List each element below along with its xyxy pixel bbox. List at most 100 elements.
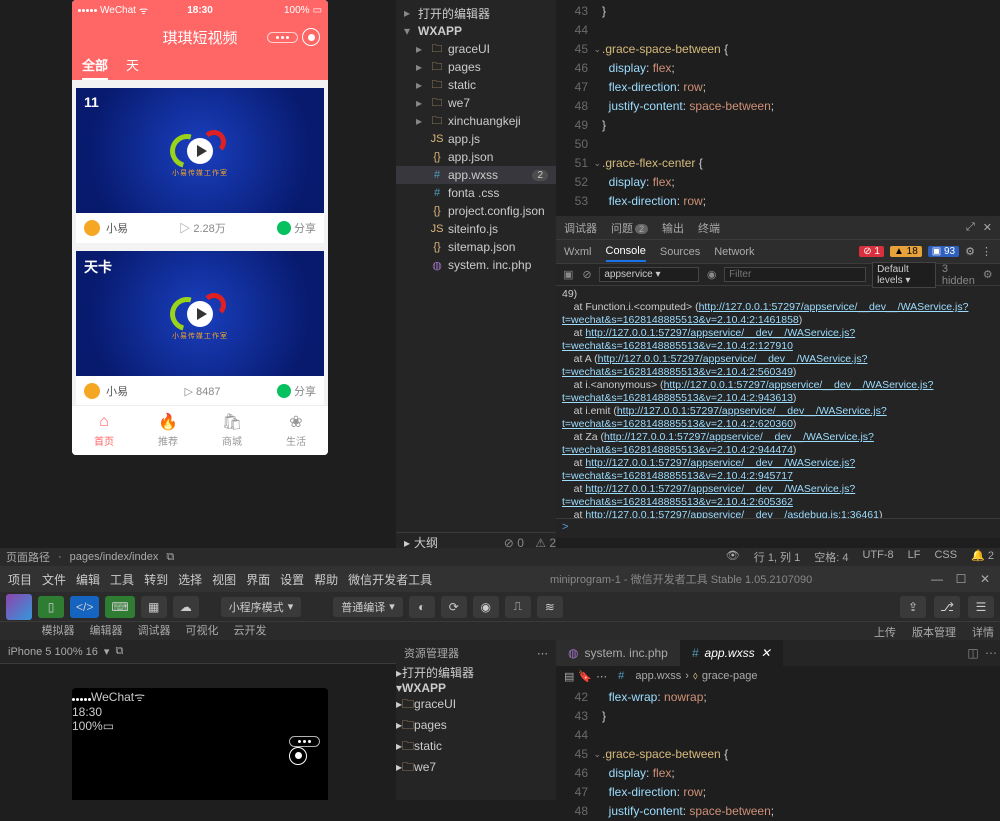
toolbar[interactable]: ▯ </> ⌨ ▦ ☁ 小程序模式 ▾ 普通编译 ▾ ◐ ⟳ ◉ ⎍ ≋ ⇪ ⎇…: [0, 592, 1000, 622]
menu-item[interactable]: 编辑: [76, 571, 100, 588]
error-badge[interactable]: ⊘ 1: [859, 246, 884, 257]
cursor-pos[interactable]: 行 1, 列 1: [754, 549, 800, 565]
video-card[interactable]: 天卡 小易传媒工作室 小易 ▷ 8487 分享: [76, 251, 324, 405]
refresh-button[interactable]: ⟳: [441, 596, 467, 618]
file-item[interactable]: ◍system. inc.php: [396, 256, 556, 274]
console-log[interactable]: 49) at Function.i.<computed> (http://127…: [556, 286, 1000, 518]
menu-bar[interactable]: 项目文件编辑工具转到选择视图界面设置帮助微信开发者工具 miniprogram-…: [0, 566, 1000, 592]
section-open-editors[interactable]: ▸打开的编辑器: [396, 4, 556, 22]
close-icon[interactable]: ✕: [983, 221, 992, 234]
devtools-tabs[interactable]: 调试器 问题2 输出 终端 ⤢✕: [556, 216, 1000, 240]
menu-item[interactable]: 微信开发者工具: [348, 571, 432, 588]
simulator-toggle[interactable]: ▯: [38, 596, 64, 618]
wechat-icon[interactable]: [277, 384, 291, 398]
bell-icon[interactable]: 🔔 2: [971, 549, 994, 565]
menu-item[interactable]: 项目: [8, 571, 32, 588]
page-path[interactable]: pages/index/index: [70, 551, 159, 563]
maximize-icon[interactable]: ☐: [954, 572, 968, 586]
folder-item[interactable]: ▸🗀static: [396, 737, 556, 758]
sidebar-toggle-icon[interactable]: ▣: [562, 268, 575, 281]
more-icon[interactable]: ⋯: [537, 647, 548, 660]
folder-item[interactable]: ▸🗀graceUI: [396, 695, 556, 716]
avatar[interactable]: [84, 383, 100, 399]
editor-tabs[interactable]: ◍system. inc.php#app.wxss ✕ ◫ ⋯: [556, 640, 1000, 666]
copy-icon[interactable]: ⧉: [115, 645, 123, 658]
menu-item[interactable]: 界面: [246, 571, 270, 588]
breadcrumb[interactable]: ▤ 🔖 ⋯ # app.wxss › ⬨ grace-page: [556, 666, 1000, 686]
close-icon[interactable]: ✕: [978, 572, 992, 586]
preview-button[interactable]: ◉: [473, 596, 499, 618]
copy-icon[interactable]: ⧉: [166, 551, 174, 564]
tab-bar[interactable]: ⌂首页🔥推荐🛍商城❀生活: [72, 405, 328, 455]
menu-item[interactable]: 设置: [280, 571, 304, 588]
levels-select[interactable]: Default levels ▾: [872, 262, 936, 288]
capsule[interactable]: [267, 28, 320, 46]
menu-item[interactable]: 帮助: [314, 571, 338, 588]
editor-tab[interactable]: ◍system. inc.php: [556, 640, 680, 666]
eye-icon[interactable]: ◉: [705, 268, 718, 281]
tabbar-item[interactable]: 🛍商城: [200, 406, 264, 455]
tab-all[interactable]: 全部: [82, 55, 108, 80]
file-item[interactable]: #app.wxss2: [396, 166, 556, 184]
editor-tab[interactable]: #app.wxss ✕: [680, 640, 783, 666]
console-filter-bar[interactable]: ▣ ⊘ appservice ▾ ◉ Default levels ▾ 3 hi…: [556, 264, 1000, 286]
menu-item[interactable]: 视图: [212, 571, 236, 588]
gear-icon[interactable]: ⚙: [981, 268, 994, 281]
context-select[interactable]: appservice ▾: [599, 267, 699, 282]
code-editor-2[interactable]: 42 flex-wrap: nowrap;43}4445⌄.grace-spac…: [556, 686, 1000, 800]
tab-terminal[interactable]: 终端: [698, 220, 720, 236]
clear-cache-button[interactable]: ≋: [537, 596, 563, 618]
file-item[interactable]: {}app.json: [396, 148, 556, 166]
folder-item[interactable]: ▸🗀we7: [396, 94, 556, 112]
panel-sources[interactable]: Sources: [660, 243, 700, 261]
eye-icon[interactable]: 👁: [726, 549, 740, 565]
upload-button[interactable]: ⇪: [900, 596, 926, 618]
indent[interactable]: 空格: 4: [814, 549, 848, 565]
device-select[interactable]: iPhone 5 100% 16: [8, 646, 98, 658]
panel-network[interactable]: Network: [714, 243, 754, 261]
visual-toggle[interactable]: ▦: [141, 596, 167, 618]
folder-item[interactable]: ▸🗀xinchuangkeji: [396, 112, 556, 130]
details-button[interactable]: ☰: [968, 596, 994, 618]
devtools-panel[interactable]: 调试器 问题2 输出 终端 ⤢✕ Wxml Console Sources Ne…: [556, 216, 1000, 538]
compile-button[interactable]: ◐: [409, 596, 435, 618]
expand-icon[interactable]: ⤢: [966, 221, 975, 234]
debugger-toggle[interactable]: ⌨: [105, 596, 134, 618]
folder-item[interactable]: ▸🗀we7: [396, 758, 556, 779]
menu-item[interactable]: 转到: [144, 571, 168, 588]
tabbar-item[interactable]: ❀生活: [264, 406, 328, 455]
gutter-icon[interactable]: ▤: [564, 670, 574, 683]
more-icon[interactable]: ⋮: [981, 245, 992, 258]
eol[interactable]: LF: [908, 549, 921, 565]
warn-badge[interactable]: ▲ 18: [890, 246, 922, 257]
tabbar-item[interactable]: 🔥推荐: [136, 406, 200, 455]
menu-item[interactable]: 文件: [42, 571, 66, 588]
bookmark-icon[interactable]: 🔖: [578, 670, 592, 683]
remote-debug-button[interactable]: ⎍: [505, 596, 531, 618]
language[interactable]: CSS: [934, 549, 957, 565]
panel-wxml[interactable]: Wxml: [564, 243, 592, 261]
menu-item[interactable]: 工具: [110, 571, 134, 588]
minimize-icon[interactable]: —: [930, 572, 944, 586]
folder-item[interactable]: ▸🗀graceUI: [396, 40, 556, 58]
close-icon[interactable]: [302, 28, 320, 46]
category-tabs[interactable]: 全部 天: [72, 54, 328, 80]
more-icon[interactable]: ⋯: [596, 670, 607, 683]
code-editor[interactable]: 43}4445⌄.grace-space-between {46 display…: [556, 0, 1000, 216]
mode-select[interactable]: 小程序模式 ▾: [221, 597, 302, 617]
folder-item[interactable]: ▸🗀pages: [396, 716, 556, 737]
file-item[interactable]: JSsiteinfo.js: [396, 220, 556, 238]
close-icon[interactable]: ✕: [761, 646, 771, 660]
folder-item[interactable]: ▸🗀static: [396, 76, 556, 94]
feed[interactable]: 11 小易传媒工作室 小易 ▷ 2.28万 分享 天卡 小易传媒工作室 小易 ▷…: [72, 80, 328, 405]
encoding[interactable]: UTF-8: [862, 549, 893, 565]
compile-select[interactable]: 普通编译 ▾: [333, 597, 403, 617]
file-explorer-2[interactable]: 资源管理器⋯ ▸打开的编辑器 ▾WXAPP ▸🗀graceUI▸🗀pages▸🗀…: [396, 640, 556, 800]
tab-sky[interactable]: 天: [126, 55, 139, 80]
panel-console[interactable]: Console: [606, 242, 646, 262]
avatar[interactable]: [6, 594, 32, 620]
file-item[interactable]: #fonta .css: [396, 184, 556, 202]
gear-icon[interactable]: ⚙: [965, 245, 975, 258]
clear-icon[interactable]: ⊘: [581, 268, 594, 281]
editor-toggle[interactable]: </>: [70, 596, 99, 618]
